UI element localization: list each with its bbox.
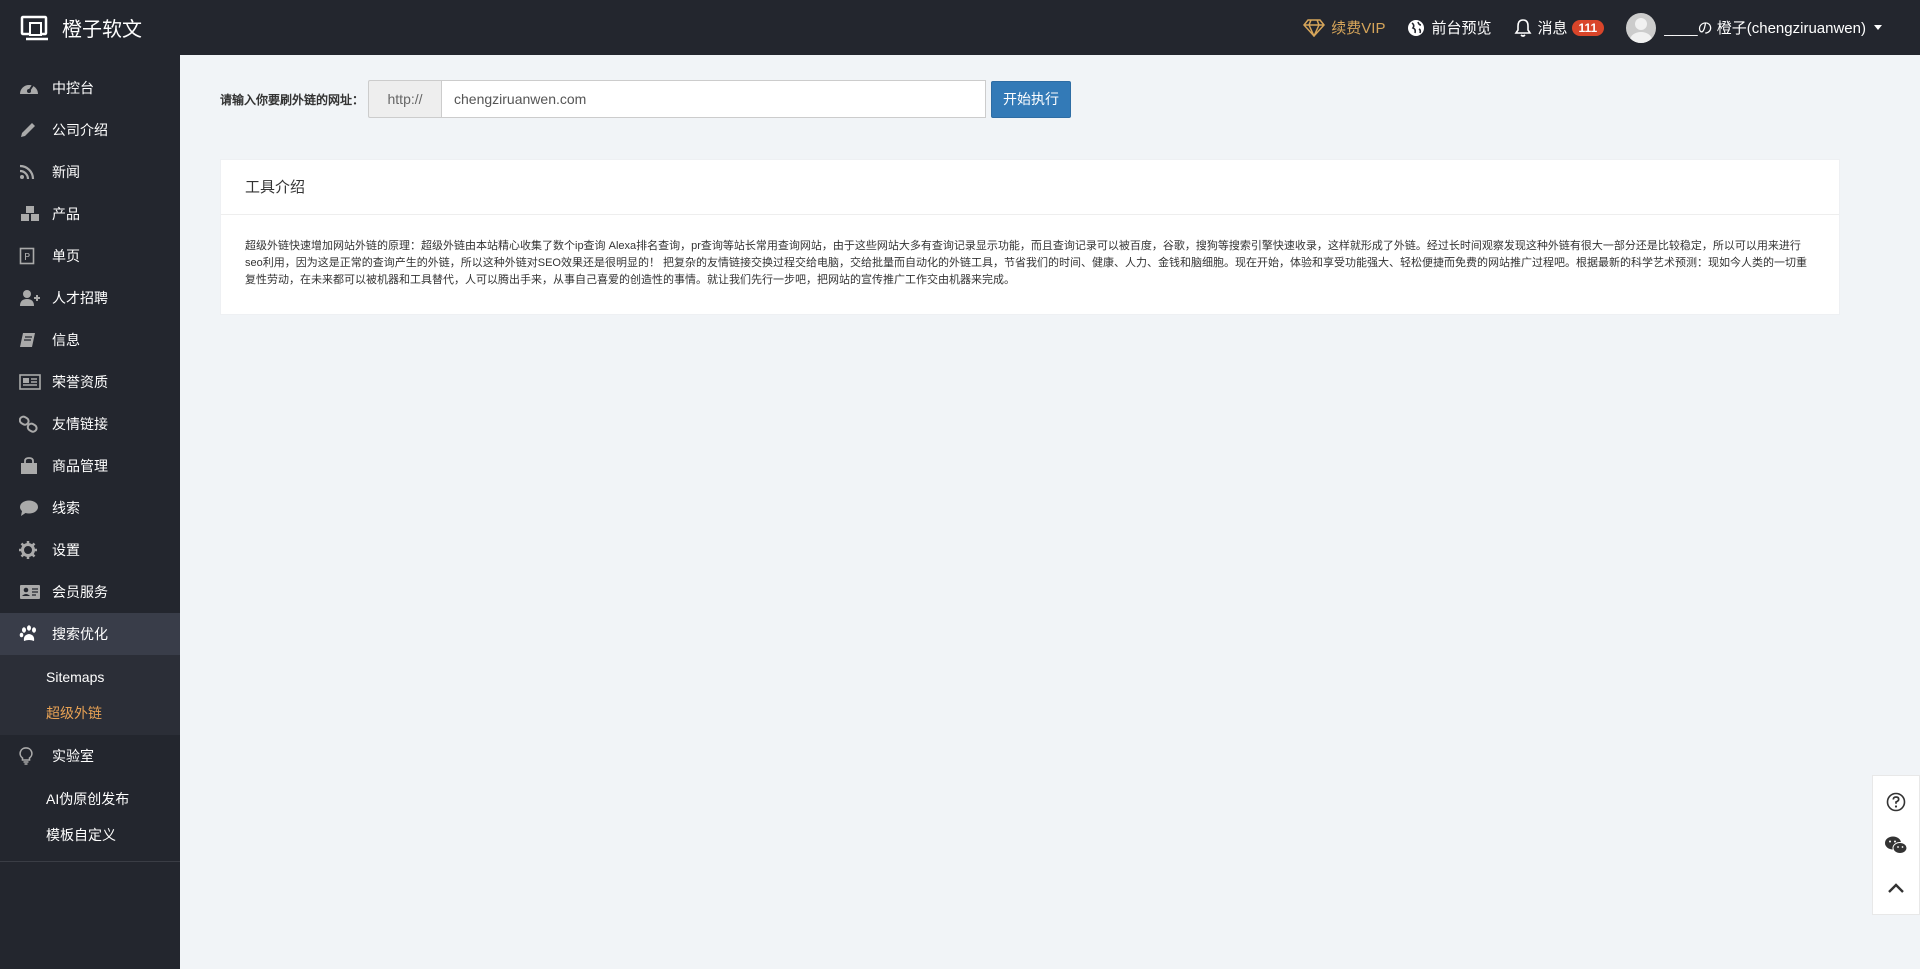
main-content: 请输入你要刷外链的网址： http:// 开始执行 工具介绍 超级外链快速增加网… bbox=[180, 55, 1920, 969]
panel-body: 超级外链快速增加网站外链的原理：超级外链由本站精心收集了数个ip查询 Alexa… bbox=[245, 240, 1808, 286]
sidebar-item-label: 荣誉资质 bbox=[52, 374, 108, 390]
wechat-icon[interactable] bbox=[1881, 830, 1911, 860]
sidebar-item-label: 实验室 bbox=[52, 748, 94, 764]
sidebar-item-news[interactable]: 新闻 bbox=[0, 151, 180, 193]
sidebar-item-honors[interactable]: 荣誉资质 bbox=[0, 361, 180, 403]
sidebar-item-label: 信息 bbox=[52, 332, 80, 348]
chat-icon bbox=[19, 499, 43, 517]
panel-title: 工具介绍 bbox=[221, 160, 1839, 215]
messages-link[interactable]: 消息 111 bbox=[1514, 17, 1605, 38]
paw-icon bbox=[19, 625, 43, 643]
avatar bbox=[1626, 12, 1657, 43]
vip-renew-link[interactable]: 续费VIP bbox=[1303, 17, 1385, 38]
gear-icon bbox=[19, 541, 43, 559]
url-form: 请输入你要刷外链的网址： http:// 开始执行 bbox=[220, 80, 1072, 118]
sidebar-item-company[interactable]: 公司介绍 bbox=[0, 109, 180, 151]
seo-submenu: Sitemaps 超级外链 bbox=[0, 655, 180, 735]
preview-label: 前台预览 bbox=[1431, 20, 1492, 37]
url-form-label: 请输入你要刷外链的网址： bbox=[220, 92, 365, 107]
brand-logo[interactable]: 橙子软文 bbox=[0, 0, 180, 55]
sidebar-item-label: 搜索优化 bbox=[52, 626, 108, 642]
floating-toolbar bbox=[1872, 775, 1920, 915]
top-navbar: 橙子软文 续费VIP 前台预览 消息 111 ____の 橙子(chengzir… bbox=[0, 0, 1920, 55]
user-menu[interactable]: ____の 橙子(chengziruanwen) bbox=[1626, 12, 1882, 43]
dashboard-icon bbox=[19, 80, 43, 96]
sidebar-item-label: 新闻 bbox=[52, 164, 80, 180]
bag-icon bbox=[19, 457, 43, 475]
book-icon bbox=[19, 332, 43, 348]
submenu-item-ai-rewrite[interactable]: AI伪原创发布 bbox=[0, 781, 180, 817]
sidebar-item-settings[interactable]: 设置 bbox=[0, 529, 180, 571]
user-plus-icon bbox=[19, 289, 43, 307]
sidebar-item-products[interactable]: 产品 bbox=[0, 193, 180, 235]
sidebar-item-friend-links[interactable]: 友情链接 bbox=[0, 403, 180, 445]
sidebar-item-dashboard[interactable]: 中控台 bbox=[0, 67, 180, 109]
sidebar-item-label: 人才招聘 bbox=[52, 290, 108, 306]
messages-label: 消息 bbox=[1537, 20, 1568, 37]
start-execute-button[interactable]: 开始执行 bbox=[991, 80, 1072, 118]
sidebar-item-leads[interactable]: 线索 bbox=[0, 487, 180, 529]
sidebar-item-label: 会员服务 bbox=[52, 584, 108, 600]
id-card-icon bbox=[19, 584, 43, 600]
preview-link[interactable]: 前台预览 bbox=[1407, 17, 1492, 38]
sidebar-item-label: 线索 bbox=[52, 500, 80, 516]
sidebar-item-label: 中控台 bbox=[52, 80, 94, 96]
pencil-icon bbox=[19, 121, 43, 139]
submenu-item-sitemaps[interactable]: Sitemaps bbox=[0, 659, 180, 695]
help-icon[interactable] bbox=[1881, 787, 1911, 817]
submenu-item-super-links[interactable]: 超级外链 bbox=[0, 695, 180, 731]
svg-text:P: P bbox=[24, 252, 30, 263]
sidebar-item-seo[interactable]: 搜索优化 bbox=[0, 613, 180, 655]
monitor-logo-icon bbox=[20, 15, 48, 40]
diamond-icon bbox=[1303, 18, 1326, 37]
submenu-item-template-custom[interactable]: 模板自定义 bbox=[0, 817, 180, 853]
sidebar-item-label: 公司介绍 bbox=[52, 122, 108, 138]
link-icon bbox=[19, 415, 43, 433]
caret-down-icon bbox=[1874, 25, 1882, 30]
rss-icon bbox=[19, 164, 43, 180]
lab-submenu: AI伪原创发布 模板自定义 bbox=[0, 777, 180, 862]
url-prefix: http:// bbox=[368, 80, 442, 118]
url-input[interactable] bbox=[441, 80, 987, 118]
sidebar-item-goods[interactable]: 商品管理 bbox=[0, 445, 180, 487]
sidebar-item-members[interactable]: 会员服务 bbox=[0, 571, 180, 613]
brand-name: 橙子软文 bbox=[62, 19, 142, 41]
bell-icon bbox=[1514, 18, 1531, 37]
sidebar-item-recruitment[interactable]: 人才招聘 bbox=[0, 277, 180, 319]
sidebar-item-single-page[interactable]: P 单页 bbox=[0, 235, 180, 277]
sidebar-item-label: 单页 bbox=[52, 248, 80, 264]
tool-intro-panel: 工具介绍 超级外链快速增加网站外链的原理：超级外链由本站精心收集了数个ip查询 … bbox=[220, 159, 1840, 315]
sidebar-item-label: 友情链接 bbox=[52, 416, 108, 432]
sidebar-item-label: 产品 bbox=[52, 206, 80, 222]
globe-icon bbox=[1408, 19, 1425, 36]
cubes-icon bbox=[19, 205, 43, 223]
back-to-top-icon[interactable] bbox=[1881, 873, 1911, 903]
lightbulb-icon bbox=[19, 747, 43, 765]
vip-label: 续费VIP bbox=[1331, 20, 1386, 37]
page-icon: P bbox=[19, 247, 43, 265]
sidebar-item-label: 商品管理 bbox=[52, 458, 108, 474]
newspaper-icon bbox=[19, 374, 43, 390]
sidebar: 中控台 公司介绍 新闻 产品 P 单页 人才招聘 信息 荣誉资质 友情链接 商品… bbox=[0, 55, 180, 969]
sidebar-item-lab[interactable]: 实验室 bbox=[0, 735, 180, 777]
sidebar-item-info[interactable]: 信息 bbox=[0, 319, 180, 361]
messages-count-badge: 111 bbox=[1571, 19, 1605, 36]
user-name: ____の 橙子(chengziruanwen) bbox=[1664, 20, 1866, 37]
sidebar-item-label: 设置 bbox=[52, 542, 80, 558]
